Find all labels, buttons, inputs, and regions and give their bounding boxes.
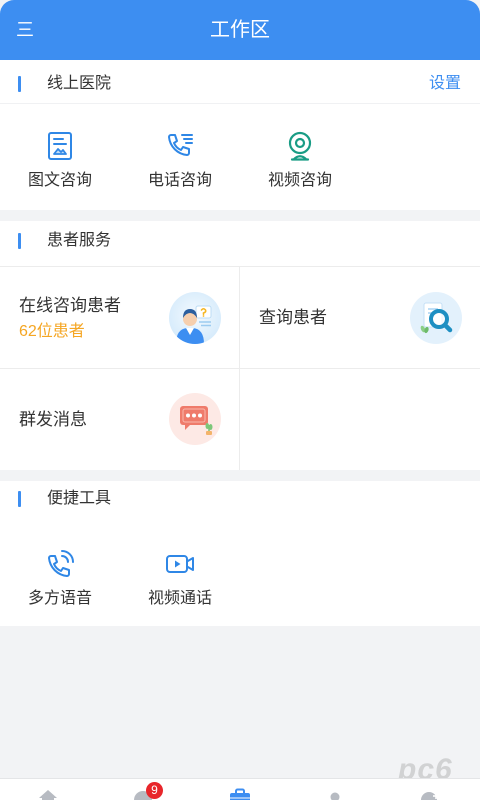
tab-add-person[interactable] xyxy=(418,787,442,800)
cell-label: 群发消息 xyxy=(19,410,87,429)
tile-label: 多方语音 xyxy=(27,590,92,607)
multi-party-voice-icon xyxy=(48,550,74,577)
tile-label: 视频通话 xyxy=(147,590,212,607)
menu-button[interactable]: 三 xyxy=(16,17,34,43)
divider xyxy=(0,103,480,104)
tab-home[interactable] xyxy=(36,787,60,800)
tools-section: 便捷工具 多方语音 视频通话 xyxy=(0,481,480,626)
section-indicator xyxy=(18,233,21,249)
section-indicator xyxy=(18,491,21,507)
bottom-tab-bar xyxy=(0,778,480,800)
section-indicator xyxy=(18,76,21,92)
tile-label: 电话咨询 xyxy=(147,172,212,189)
online-hospital-section: 线上医院 设置 图文咨询 电话咨询 视频咨询 xyxy=(0,60,480,210)
section-title: 患者服务 xyxy=(47,232,112,249)
cell-label: 查询患者 xyxy=(259,308,327,327)
tile-multi-party-voice[interactable]: 多方语音 xyxy=(0,548,120,612)
patient-count: 62位患者 xyxy=(19,323,85,340)
service-search-patients[interactable]: 查询患者 xyxy=(240,266,480,368)
phone-consult-icon xyxy=(168,134,193,156)
tile-label: 图文咨询 xyxy=(27,172,92,189)
briefcase-icon xyxy=(230,788,250,800)
image-text-consult-icon xyxy=(48,132,72,160)
tab-workspace[interactable] xyxy=(228,787,252,800)
person-icon xyxy=(330,792,340,800)
section-title: 线上医院 xyxy=(47,75,112,92)
tile-label: 视频咨询 xyxy=(267,172,332,189)
home-icon xyxy=(39,790,57,800)
section-title: 便捷工具 xyxy=(47,490,112,507)
cell-label: 在线咨询患者 xyxy=(19,296,121,315)
workspace-screen: 三 工作区 线上医院 设置 图文咨询 电话咨询 视频咨询 患者服务 在线咨询患者… xyxy=(0,0,480,800)
group-message-icon xyxy=(169,393,221,445)
unread-badge: 9 xyxy=(146,782,163,799)
settings-link[interactable]: 设置 xyxy=(429,74,461,94)
service-online-consult-patients[interactable]: 在线咨询患者 62位患者 xyxy=(0,266,240,368)
tab-contacts[interactable] xyxy=(323,787,347,800)
video-consult-icon xyxy=(288,131,312,161)
empty-cell xyxy=(240,368,480,470)
tile-phone-consult[interactable]: 电话咨询 xyxy=(120,130,240,194)
patient-services-section: 患者服务 在线咨询患者 62位患者 查询患者 群发消息 xyxy=(0,221,480,470)
service-group-message[interactable]: 群发消息 xyxy=(0,368,240,470)
search-patient-icon xyxy=(410,292,462,344)
tile-video-consult[interactable]: 视频咨询 xyxy=(240,130,360,194)
doctor-consult-icon xyxy=(169,292,221,344)
video-call-icon xyxy=(166,555,194,573)
top-bar: 三 工作区 xyxy=(0,0,480,60)
page-title: 工作区 xyxy=(210,19,270,41)
tile-video-call[interactable]: 视频通话 xyxy=(120,548,240,612)
person-add-icon xyxy=(421,792,439,800)
tile-image-text-consult[interactable]: 图文咨询 xyxy=(0,130,120,194)
